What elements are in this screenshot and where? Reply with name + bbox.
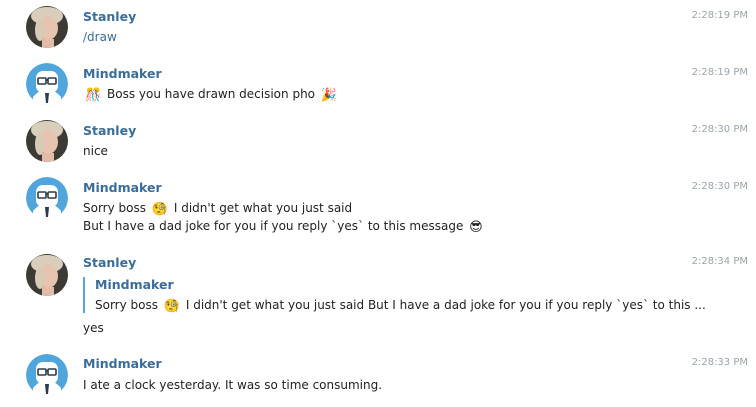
user-avatar[interactable] (26, 6, 68, 48)
reply-text: Sorry boss 🧐 I didn't get what you just … (95, 296, 706, 316)
reply-body: I didn't get what you just said But I ha… (185, 298, 706, 312)
message-line: Sorry boss 🧐 I didn't get what you just … (83, 201, 352, 217)
message-timestamp: 2:28:30 PM (691, 124, 748, 135)
command-link[interactable]: /draw (83, 30, 117, 44)
party-popper-emoji-icon: 🎉 (320, 88, 338, 103)
message-row: Mindmaker 2:28:19 PM 🎊 Boss you have dra… (0, 57, 756, 113)
message-body: I didn't get what you just said (173, 201, 353, 215)
message-body: Boss you have drawn decision pho (107, 87, 316, 101)
message-body: nice (83, 144, 108, 158)
message-row: Stanley 2:28:30 PM nice (0, 114, 756, 170)
detective-emoji-icon: 🧐 (151, 202, 169, 217)
message-body: I ate a clock yesterday. It was so time … (83, 378, 383, 392)
reply-sender-name: Mindmaker (95, 277, 174, 292)
sender-name[interactable]: Stanley (83, 255, 136, 270)
message-timestamp: 2:28:34 PM (691, 256, 748, 267)
confetti-emoji-icon: 🎊 (85, 88, 102, 103)
message-body: Sorry boss (83, 201, 146, 215)
message-timestamp: 2:28:19 PM (691, 10, 748, 21)
message-text: 🎊 Boss you have drawn decision pho 🎉 (83, 87, 339, 103)
bot-avatar[interactable] (26, 354, 68, 396)
message-timestamp: 2:28:19 PM (691, 67, 748, 78)
sender-name[interactable]: Stanley (83, 123, 136, 138)
sender-name[interactable]: Mindmaker (83, 180, 162, 195)
sunglasses-emoji-icon: 😎 (469, 220, 483, 235)
reply-body: Sorry boss (95, 298, 158, 312)
bot-avatar[interactable] (26, 177, 68, 219)
message-body: But I have a dad joke for you if you rep… (83, 219, 464, 233)
bot-avatar[interactable] (26, 63, 68, 105)
message-timestamp: 2:28:30 PM (691, 181, 748, 192)
sender-name[interactable]: Stanley (83, 9, 136, 24)
message-row: Stanley 2:28:34 PM Mindmaker Sorry boss … (0, 248, 756, 346)
message-body: yes (83, 321, 104, 335)
message-timestamp: 2:28:33 PM (691, 357, 748, 368)
message-row: Stanley 2:28:19 PM /draw (0, 0, 756, 56)
message-row: Mindmaker 2:28:33 PM I ate a clock yeste… (0, 350, 756, 407)
user-avatar[interactable] (26, 120, 68, 162)
detective-emoji-icon: 🧐 (163, 299, 181, 314)
sender-name[interactable]: Mindmaker (83, 66, 162, 81)
message-row: Mindmaker 2:28:30 PM Sorry boss 🧐 I didn… (0, 171, 756, 247)
user-avatar[interactable] (26, 254, 68, 296)
reply-quote[interactable]: Mindmaker Sorry boss 🧐 I didn't get what… (83, 277, 706, 316)
sender-name[interactable]: Mindmaker (83, 356, 162, 371)
message-line: But I have a dad joke for you if you rep… (83, 219, 485, 235)
